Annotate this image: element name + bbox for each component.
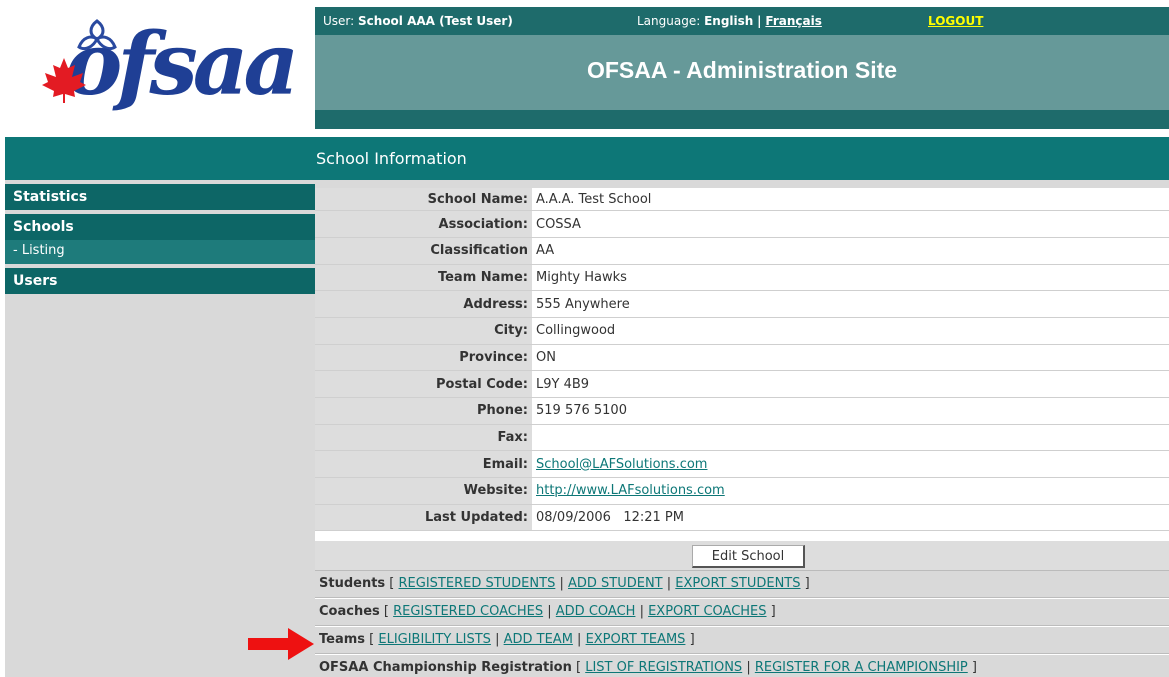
user-label: User:	[323, 14, 355, 28]
sidebar-item-listing[interactable]: - Listing	[5, 240, 315, 264]
table-row: Postal Code: L9Y 4B9	[315, 370, 1169, 398]
field-label: Address:	[315, 290, 532, 318]
ofsaa-logo: ofsaa	[5, 7, 313, 129]
table-row: Phone: 519 576 5100	[315, 397, 1169, 425]
table-row: Province: ON	[315, 344, 1169, 372]
add-coach-link[interactable]: ADD COACH	[556, 604, 636, 619]
address-value: 555 Anywhere	[532, 290, 1169, 318]
field-label: School Name:	[315, 180, 532, 212]
table-row: Email: School@LAFSolutions.com	[315, 450, 1169, 479]
field-label: Classification	[315, 237, 532, 265]
logout-link[interactable]: LOGOUT	[928, 14, 983, 28]
edit-school-button[interactable]: Edit School	[692, 545, 805, 568]
phone-value: 519 576 5100	[532, 397, 1169, 425]
sidebar-item-statistics[interactable]: Statistics	[5, 184, 315, 210]
user-name: School AAA (Test User)	[358, 14, 513, 28]
add-student-link[interactable]: ADD STUDENT	[568, 576, 663, 591]
table-row: Last Updated: 08/09/2006 12:21 PM	[315, 504, 1169, 532]
students-links-row: Students [ REGISTERED STUDENTS | ADD STU…	[315, 571, 1169, 598]
teams-label: Teams	[319, 632, 366, 647]
field-label: Phone:	[315, 397, 532, 425]
field-label: Email:	[315, 450, 532, 479]
school-info-panel: School Name: A.A.A. Test School Associati…	[315, 180, 1169, 677]
table-row: School Name: A.A.A. Test School	[315, 180, 1169, 212]
field-label: Website:	[315, 477, 532, 505]
field-label: Province:	[315, 344, 532, 372]
eligibility-lists-link[interactable]: ELIGIBILITY LISTS	[378, 632, 491, 647]
city-value: Collingwood	[532, 317, 1169, 345]
section-title: School Information	[316, 149, 467, 168]
table-row: Association: COSSA	[315, 210, 1169, 238]
user-info: User: School AAA (Test User)	[323, 14, 513, 28]
language-current: English	[704, 14, 754, 28]
maple-leaf-icon	[42, 58, 86, 103]
logo-wordmark: ofsaa	[65, 14, 299, 115]
field-label: City:	[315, 317, 532, 345]
section-bar: School Information	[5, 137, 1169, 180]
teams-links-row: Teams [ ELIGIBILITY LISTS | ADD TEAM | E…	[315, 627, 1169, 654]
red-arrow-icon	[248, 628, 314, 660]
coaches-links-row: Coaches [ REGISTERED COACHES | ADD COACH…	[315, 599, 1169, 626]
language-label: Language:	[637, 14, 701, 28]
province-value: ON	[532, 344, 1169, 372]
school-info-table: School Name: A.A.A. Test School Associati…	[315, 180, 1169, 532]
sidebar-item-users[interactable]: Users	[5, 268, 315, 294]
register-championship-link[interactable]: REGISTER FOR A CHAMPIONSHIP	[755, 660, 968, 675]
field-label: Fax:	[315, 424, 532, 452]
site-header: User: School AAA (Test User) Language: E…	[315, 7, 1169, 129]
school-name-value: A.A.A. Test School	[532, 180, 1169, 212]
export-coaches-link[interactable]: EXPORT COACHES	[648, 604, 766, 619]
championship-links-row: OFSAA Championship Registration [ LIST O…	[315, 655, 1169, 677]
table-row: Team Name: Mighty Hawks	[315, 264, 1169, 292]
field-label: Association:	[315, 210, 532, 238]
field-label: Postal Code:	[315, 370, 532, 398]
last-updated-value: 08/09/2006 12:21 PM	[532, 504, 1169, 532]
classification-value: AA	[532, 237, 1169, 265]
association-value: COSSA	[532, 210, 1169, 238]
team-name-value: Mighty Hawks	[532, 264, 1169, 292]
email-link[interactable]: School@LAFSolutions.com	[536, 457, 707, 472]
language-separator: |	[757, 14, 762, 28]
table-row: Website: http://www.LAFsolutions.com	[315, 477, 1169, 505]
postal-code-value: L9Y 4B9	[532, 370, 1169, 398]
language-french-link[interactable]: Français	[765, 14, 821, 28]
sidebar: Statistics Schools - Listing Users	[5, 180, 315, 677]
website-link[interactable]: http://www.LAFsolutions.com	[536, 483, 725, 498]
table-row: Address: 555 Anywhere	[315, 290, 1169, 318]
field-label: Last Updated:	[315, 504, 532, 532]
registered-coaches-link[interactable]: REGISTERED COACHES	[393, 604, 543, 619]
add-team-link[interactable]: ADD TEAM	[504, 632, 573, 647]
fax-value	[532, 424, 1169, 452]
export-students-link[interactable]: EXPORT STUDENTS	[675, 576, 800, 591]
edit-row: Edit School	[315, 541, 1169, 571]
table-row: Fax:	[315, 424, 1169, 452]
header-bottom-bar	[315, 110, 1169, 129]
field-label: Team Name:	[315, 264, 532, 292]
sidebar-item-schools[interactable]: Schools	[5, 214, 315, 240]
table-row: City: Collingwood	[315, 317, 1169, 345]
coaches-label: Coaches	[319, 604, 380, 619]
championship-label: OFSAA Championship Registration	[319, 660, 572, 675]
table-row: Classification AA	[315, 237, 1169, 265]
user-bar: User: School AAA (Test User) Language: E…	[315, 7, 1169, 35]
students-label: Students	[319, 576, 386, 591]
site-title: OFSAA - Administration Site	[586, 57, 898, 83]
registered-students-link[interactable]: REGISTERED STUDENTS	[399, 576, 556, 591]
list-registrations-link[interactable]: LIST OF REGISTRATIONS	[585, 660, 742, 675]
export-teams-link[interactable]: EXPORT TEAMS	[586, 632, 686, 647]
language-switcher: Language: English | Français	[637, 14, 822, 28]
